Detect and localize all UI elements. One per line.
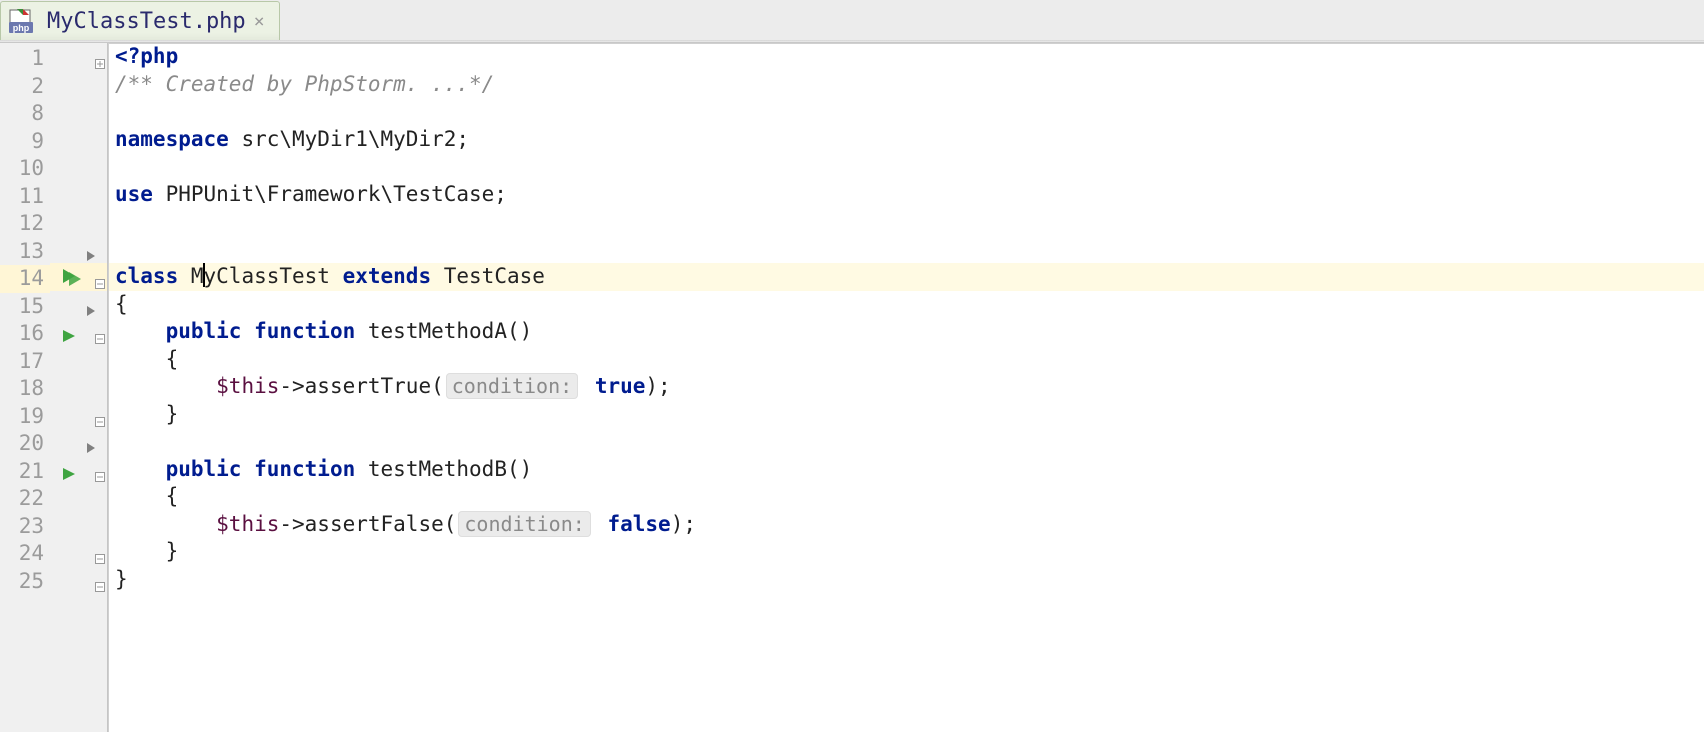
code-line[interactable]: {	[109, 291, 1704, 319]
line-number: 15	[0, 293, 50, 321]
fold-expand-icon[interactable]	[95, 51, 107, 63]
code-line[interactable]: {	[109, 346, 1704, 374]
code-line[interactable]	[109, 208, 1704, 236]
tab-bar: php MyClassTest.php ×	[0, 0, 1704, 43]
code-line[interactable]: }	[109, 538, 1704, 566]
line-number: 24	[0, 540, 50, 568]
code-area[interactable]: <?php /** Created by PhpStorm. ...*/ nam…	[109, 43, 1704, 732]
code-line[interactable]	[109, 236, 1704, 264]
code-line[interactable]: use PHPUnit\Framework\TestCase;	[109, 181, 1704, 209]
line-number: 18	[0, 375, 50, 403]
line-number: 22	[0, 485, 50, 513]
arrow-right-icon	[84, 297, 96, 309]
line-number: 12	[0, 210, 50, 238]
line-number: 17	[0, 348, 50, 376]
line-number: 14	[0, 265, 50, 293]
run-test-method-icon[interactable]	[61, 324, 77, 352]
line-number: 10	[0, 155, 50, 183]
gutter-icon-strip	[50, 43, 109, 732]
line-number: 2	[0, 73, 50, 101]
code-line[interactable]: public function testMethodA()	[109, 318, 1704, 346]
fold-collapse-icon[interactable]	[95, 464, 107, 476]
code-line[interactable]: <?php	[109, 43, 1704, 71]
code-line[interactable]: /** Created by PhpStorm. ...*/	[109, 71, 1704, 99]
fold-end-icon[interactable]	[95, 574, 107, 586]
parameter-hint: condition:	[446, 373, 578, 399]
line-number: 23	[0, 513, 50, 541]
line-number: 13	[0, 238, 50, 266]
line-number: 9	[0, 128, 50, 156]
line-number: 11	[0, 183, 50, 211]
tab-filename: MyClassTest.php	[47, 9, 246, 34]
line-number: 1	[0, 45, 50, 73]
line-number: 21	[0, 458, 50, 486]
line-number: 25	[0, 568, 50, 596]
code-line[interactable]	[109, 428, 1704, 456]
code-line-current[interactable]: class MyClassTest extends TestCase	[109, 263, 1704, 291]
fold-end-icon[interactable]	[95, 409, 107, 421]
svg-text:php: php	[13, 23, 30, 33]
close-icon[interactable]: ×	[254, 11, 265, 32]
code-line[interactable]: $this->assertTrue(condition: true);	[109, 373, 1704, 401]
parameter-hint: condition:	[458, 511, 590, 537]
line-number: 8	[0, 100, 50, 128]
line-number: 19	[0, 403, 50, 431]
arrow-right-icon	[84, 242, 96, 254]
arrow-right-icon	[84, 434, 96, 446]
fold-end-icon[interactable]	[95, 546, 107, 558]
code-line[interactable]: {	[109, 483, 1704, 511]
line-number: 20	[0, 430, 50, 458]
code-line[interactable]: }	[109, 566, 1704, 594]
line-number: 16	[0, 320, 50, 348]
php-file-icon: php	[9, 6, 39, 36]
code-line[interactable]: $this->assertFalse(condition: false);	[109, 511, 1704, 539]
editor-tab[interactable]: php MyClassTest.php ×	[0, 1, 280, 41]
code-line[interactable]	[109, 98, 1704, 126]
code-line[interactable]: public function testMethodB()	[109, 456, 1704, 484]
fold-collapse-icon[interactable]	[95, 326, 107, 338]
code-line[interactable]	[109, 153, 1704, 181]
fold-collapse-icon[interactable]	[95, 271, 107, 283]
line-number-gutter: 1 2 8 9 10 11 12 13 14 15 16 17 18 19 20…	[0, 43, 50, 732]
code-editor[interactable]: 1 2 8 9 10 11 12 13 14 15 16 17 18 19 20…	[0, 43, 1704, 732]
run-test-method-icon[interactable]	[61, 462, 77, 490]
code-line[interactable]: }	[109, 401, 1704, 429]
code-line[interactable]: namespace src\MyDir1\MyDir2;	[109, 126, 1704, 154]
